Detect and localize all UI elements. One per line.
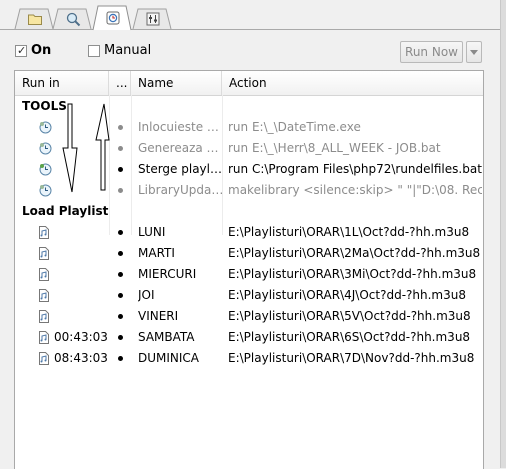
table-row[interactable]: MARTI E:\Playlisturi\ORAR\2Ma\Oct?dd-?hh.… (15, 243, 483, 264)
scheduled-event-icon (39, 142, 52, 155)
event-action: E:\Playlisturi\ORAR\7D\Nov?dd-?hh.m3u8 (228, 351, 475, 365)
column-header-action[interactable]: Action (222, 71, 483, 95)
search-icon (66, 12, 81, 27)
checkmark-icon: ✓ (17, 44, 27, 57)
run-now-button[interactable]: Run Now (400, 41, 463, 63)
table-row[interactable]: 00:43:03 SAMBATA E:\Playlisturi\ORAR\6S\Oc… (15, 327, 483, 348)
playlist-file-icon (39, 226, 49, 239)
event-action: run E:\_\DateTime.exe (228, 120, 361, 134)
tab-search[interactable] (52, 8, 92, 30)
tab-settings[interactable] (132, 8, 172, 30)
status-dot (109, 327, 131, 348)
table-row[interactable]: 08:43:03 DUMINICA E:\Playlisturi\ORAR\7D\N… (15, 348, 483, 369)
dot-icon (117, 356, 123, 361)
playlist-file-icon (39, 310, 49, 323)
column-header-run-in[interactable]: Run in (15, 71, 109, 95)
dot-icon (117, 230, 123, 235)
playlist-file-icon (39, 331, 49, 344)
event-action: makelibrary <silence:skip> " "|"D:\08. R… (228, 183, 482, 197)
event-action: E:\Playlisturi\ORAR\5V\Oct?dd-?hh.m3u8 (228, 309, 471, 323)
run-in-time: 00:43:03 (54, 330, 108, 344)
event-name: SAMBATA (138, 330, 195, 344)
annotation-arrows (62, 103, 110, 193)
scheduled-event-icon (39, 121, 52, 134)
tab-files[interactable] (14, 8, 54, 30)
on-checkbox[interactable]: ✓ (15, 45, 27, 57)
table-row[interactable]: LUNI E:\Playlisturi\ORAR\1L\Oct?dd-?hh.m3… (15, 222, 483, 243)
column-header-status[interactable]: ... (109, 71, 131, 95)
event-name: Inlocuieste str... (138, 120, 224, 134)
status-dot (109, 222, 131, 243)
event-name: MARTI (138, 246, 175, 260)
manual-checkbox[interactable] (88, 45, 100, 57)
table-header: Run in ... Name Action (15, 71, 483, 96)
event-action: E:\Playlisturi\ORAR\6S\Oct?dd-?hh.m3u8 (228, 330, 471, 344)
on-label: On (31, 43, 52, 58)
dot-icon (117, 293, 123, 298)
clock-icon (106, 11, 120, 25)
dot-icon (117, 251, 123, 256)
group-label: TOOLS (22, 99, 67, 113)
event-name: LibraryUpdate... (138, 183, 224, 197)
dot-icon (117, 335, 123, 340)
status-dot (109, 264, 131, 285)
group-label: Load Playlist (22, 204, 109, 218)
playlist-file-icon (39, 352, 49, 365)
event-name: MIERCURI (138, 267, 197, 281)
dot-icon (117, 314, 123, 319)
tab-scheduler[interactable] (92, 5, 132, 31)
toolbar: ✓ On Manual Run Now (0, 38, 500, 66)
tab-strip (0, 0, 500, 31)
event-action: E:\Playlisturi\ORAR\3Mi\Oct?dd-?hh.m3u8 (228, 267, 477, 281)
dot-icon (117, 272, 123, 277)
table-row[interactable]: MIERCURI E:\Playlisturi\ORAR\3Mi\Oct?dd-?… (15, 264, 483, 285)
playlist-file-icon (39, 289, 49, 302)
playlist-file-icon (39, 247, 49, 260)
sliders-icon (146, 12, 160, 26)
group-row[interactable]: Load Playlist (15, 201, 483, 222)
table-row[interactable]: JOI E:\Playlisturi\ORAR\4J\Oct?dd-?hh.m3u… (15, 285, 483, 306)
scheduled-event-icon (39, 184, 52, 197)
playlist-file-icon (39, 268, 49, 281)
event-name: DUMINICA (138, 351, 200, 365)
chevron-down-icon (470, 50, 478, 55)
scheduled-event-icon (39, 163, 52, 176)
event-name: Genereaza Pla... (138, 141, 224, 155)
event-action: E:\Playlisturi\ORAR\2Ma\Oct?dd-?hh.m3u8 (228, 246, 481, 260)
status-dot (109, 306, 131, 327)
status-dot (109, 243, 131, 264)
folder-icon (28, 14, 42, 25)
down-arrow-annotation (62, 103, 78, 193)
table-row[interactable]: VINERI E:\Playlisturi\ORAR\5V\Oct?dd-?hh.… (15, 306, 483, 327)
event-action: E:\Playlisturi\ORAR\1L\Oct?dd-?hh.m3u8 (228, 225, 470, 239)
event-name: VINERI (138, 309, 179, 323)
column-header-name[interactable]: Name (131, 71, 222, 95)
event-action: run E:\_\Herr\8_ALL_WEEK - JOB.bat (228, 141, 441, 155)
manual-label: Manual (104, 43, 152, 58)
status-dot (109, 348, 131, 369)
run-in-time: 08:43:03 (54, 351, 108, 365)
run-dropdown-button[interactable] (466, 41, 482, 63)
event-action: E:\Playlisturi\ORAR\4J\Oct?dd-?hh.m3u8 (228, 288, 466, 302)
event-name: JOI (138, 288, 155, 302)
event-name: Sterge playlist... (138, 162, 224, 176)
event-name: LUNI (138, 225, 166, 239)
window-edge (500, 0, 506, 468)
status-dot (109, 285, 131, 306)
up-arrow-annotation (95, 103, 110, 191)
event-action: run C:\Program Files\php72\rundelfiles.b… (228, 162, 482, 176)
